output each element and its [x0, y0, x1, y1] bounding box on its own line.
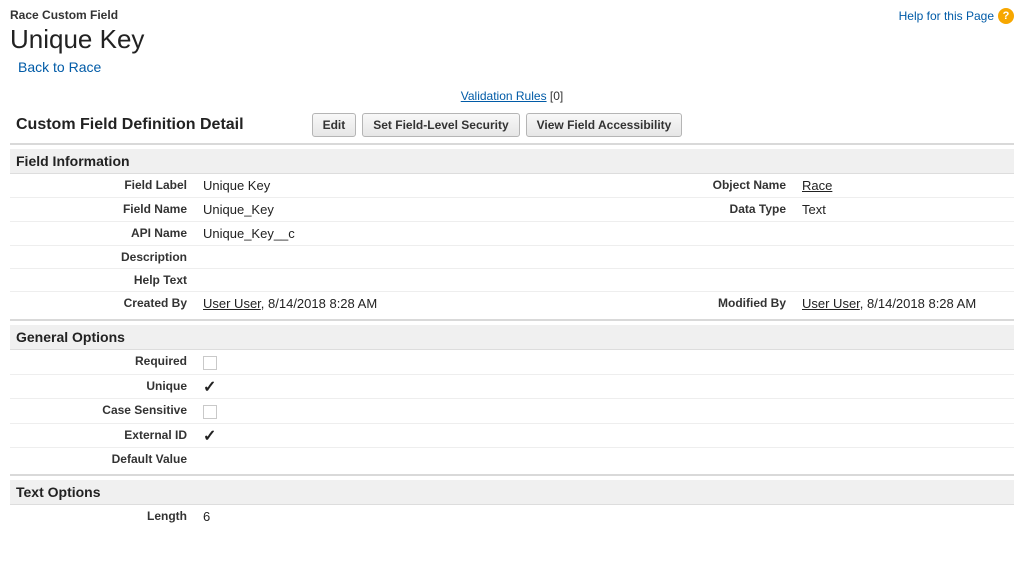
set-field-level-security-button[interactable]: Set Field-Level Security: [362, 113, 519, 137]
help-icon: ?: [998, 8, 1014, 24]
field-name-value: Unique_Key: [195, 198, 674, 221]
required-checkbox: [203, 356, 217, 370]
external-id-label: External ID: [10, 424, 195, 448]
required-label: Required: [10, 350, 195, 374]
page-title: Unique Key: [10, 24, 144, 55]
description-value: [195, 246, 674, 268]
view-field-accessibility-button[interactable]: View Field Accessibility: [526, 113, 683, 137]
length-label: Length: [10, 505, 195, 528]
data-type-label: Data Type: [674, 198, 794, 221]
field-label-value: Unique Key: [195, 174, 674, 197]
length-value: 6: [195, 505, 1014, 528]
data-type-value: Text: [794, 198, 1014, 221]
created-by-timestamp: , 8/14/2018 8:28 AM: [261, 296, 377, 311]
external-id-checkbox: [203, 429, 217, 443]
unique-checkbox: [203, 380, 217, 394]
help-text-label: Help Text: [10, 269, 195, 291]
edit-button[interactable]: Edit: [312, 113, 357, 137]
default-value-label: Default Value: [10, 448, 195, 470]
help-link-text: Help for this Page: [899, 9, 994, 23]
object-name-label: Object Name: [674, 174, 794, 197]
description-label: Description: [10, 246, 195, 268]
back-to-race-link[interactable]: Back to Race: [18, 59, 101, 75]
object-name-link[interactable]: Race: [802, 178, 832, 193]
modified-by-label: Modified By: [674, 292, 794, 315]
api-name-value: Unique_Key__c: [195, 222, 674, 245]
detail-section-title: Custom Field Definition Detail: [16, 116, 244, 134]
text-options-heading: Text Options: [10, 480, 1014, 505]
validation-rules-link[interactable]: Validation Rules: [461, 89, 547, 103]
unique-label: Unique: [10, 375, 195, 399]
modified-by-timestamp: , 8/14/2018 8:28 AM: [860, 296, 976, 311]
help-for-page-link[interactable]: Help for this Page ?: [899, 8, 1014, 24]
created-by-label: Created By: [10, 292, 195, 315]
case-sensitive-label: Case Sensitive: [10, 399, 195, 423]
modified-by-user-link[interactable]: User User: [802, 296, 860, 311]
field-label-label: Field Label: [10, 174, 195, 197]
general-options-heading: General Options: [10, 325, 1014, 350]
api-name-label: API Name: [10, 222, 195, 245]
field-information-heading: Field Information: [10, 149, 1014, 174]
modified-by-value: User User, 8/14/2018 8:28 AM: [794, 292, 1014, 315]
object-type-label: Race Custom Field: [10, 8, 144, 22]
case-sensitive-checkbox: [203, 405, 217, 419]
help-text-value: [195, 269, 674, 291]
created-by-value: User User, 8/14/2018 8:28 AM: [195, 292, 674, 315]
default-value-value: [195, 448, 1014, 470]
field-name-label: Field Name: [10, 198, 195, 221]
validation-rules-count: [0]: [550, 89, 563, 103]
created-by-user-link[interactable]: User User: [203, 296, 261, 311]
